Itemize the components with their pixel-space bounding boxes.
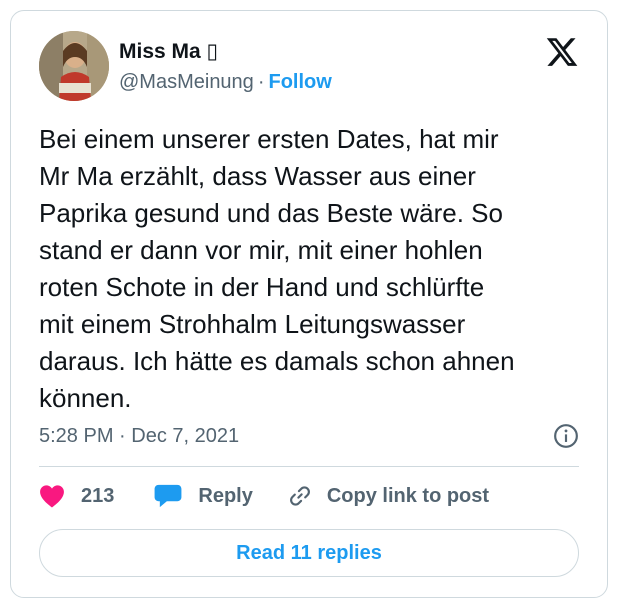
author-name-row[interactable]: Miss Ma ▯ (119, 39, 218, 65)
x-logo-icon[interactable] (545, 35, 579, 69)
author-handle[interactable]: @MasMeinung (119, 71, 254, 93)
avatar[interactable] (39, 31, 109, 101)
tweet-card: Miss Ma ▯ @MasMeinung · Follow Bei einem u… (10, 10, 608, 598)
action-bar: 213 Reply Copy link to post (39, 481, 489, 511)
copy-link-button[interactable]: Copy link to post (287, 483, 489, 509)
follow-button[interactable]: Follow (268, 71, 331, 93)
divider (39, 466, 579, 467)
author-name[interactable]: Miss Ma (119, 40, 201, 63)
tweet-date[interactable]: Dec 7, 2021 (131, 425, 239, 447)
handle-separator: · (257, 71, 265, 93)
read-replies-button[interactable]: Read 11 replies (39, 529, 579, 577)
reply-button[interactable]: Reply (154, 483, 253, 509)
author-handle-row: @MasMeinung · Follow (119, 69, 332, 95)
tweet-timestamp[interactable]: 5:28 PM · Dec 7, 2021 (39, 423, 239, 449)
speech-bubble-icon (154, 484, 182, 508)
author-name-emoji: ▯ (206, 40, 219, 63)
like-count: 213 (81, 484, 115, 507)
like-button[interactable]: 213 (39, 484, 114, 508)
info-icon[interactable] (553, 423, 579, 449)
timestamp-separator: · (119, 425, 126, 447)
copy-link-label: Copy link to post (326, 484, 490, 507)
read-replies-label: Read 11 replies (236, 541, 382, 564)
link-icon (289, 486, 310, 506)
tweet-time[interactable]: 5:28 PM (39, 425, 113, 447)
heart-icon (40, 485, 64, 508)
reply-label: Reply (198, 484, 253, 507)
avatar-image (39, 31, 109, 101)
tweet-text: Bei einem unserer ersten Dates, hat mir … (39, 124, 515, 413)
